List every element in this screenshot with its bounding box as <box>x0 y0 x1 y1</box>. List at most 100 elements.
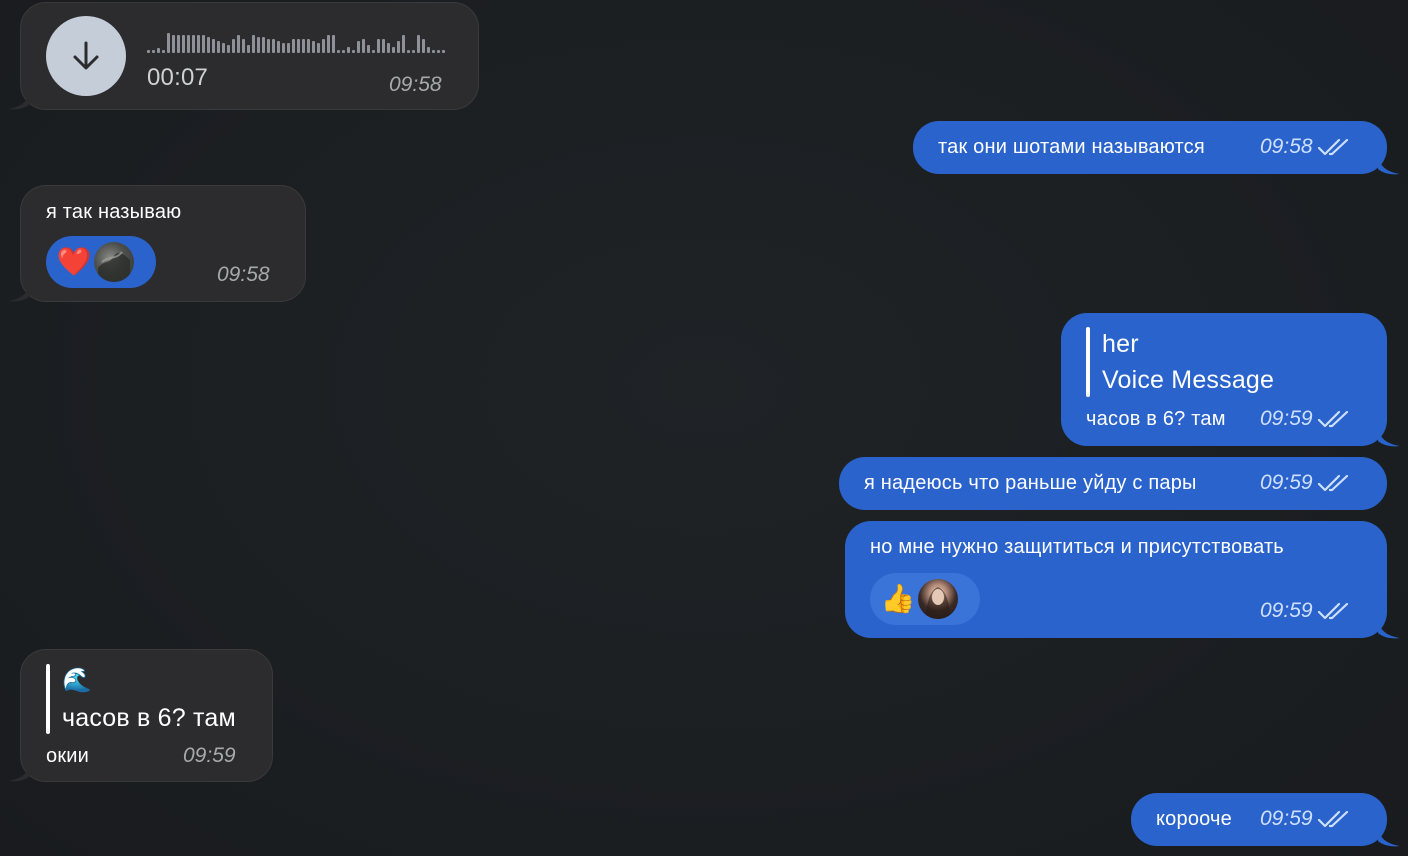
waveform-bar <box>267 39 270 53</box>
waveform-bar <box>152 50 155 53</box>
waveform-bar <box>352 50 355 53</box>
waveform-bar <box>197 35 200 53</box>
waveform-bar <box>312 41 315 53</box>
reply-quote-bar <box>46 664 50 734</box>
waveform-bar <box>372 50 375 53</box>
reply-author: 🌊 <box>62 667 93 694</box>
waveform-bar <box>257 37 260 53</box>
waveform-bar <box>252 35 255 53</box>
bubble-tail <box>1378 425 1400 447</box>
waveform-bar <box>317 43 320 53</box>
waveform-bar <box>342 50 345 53</box>
bubble-tail <box>8 88 30 110</box>
incoming-reply-message[interactable]: 🌊 часов в 6? там окии 09:59 <box>8 649 273 782</box>
waveform-bar <box>412 50 415 53</box>
waveform-bar <box>377 39 380 53</box>
waveform-bar <box>322 39 325 53</box>
waveform-bar <box>157 48 160 53</box>
thumbs-up-reaction-icon: 👍 <box>880 583 916 614</box>
message-text: часов в 6? там <box>1086 408 1226 430</box>
reply-quote-bar <box>1086 327 1090 397</box>
waveform-bar <box>392 47 395 53</box>
message-text: так они шотами называются <box>938 136 1205 158</box>
voice-duration: 00:07 <box>147 64 209 91</box>
waveform-bar <box>292 39 295 53</box>
waveform-bar <box>387 43 390 53</box>
waveform-bar <box>182 35 185 53</box>
waveform-bar <box>177 35 180 53</box>
bubble-tail <box>1378 153 1400 175</box>
bubble-tail <box>8 760 30 782</box>
waveform-bar <box>422 39 425 53</box>
message-time: 09:58 <box>217 263 270 286</box>
waveform-bar <box>227 45 230 53</box>
waveform-bar <box>247 45 250 53</box>
outgoing-message[interactable]: я надеюсь что раньше уйду с пары 09:59 <box>839 457 1387 510</box>
waveform-bar <box>437 50 440 53</box>
waveform-bar <box>237 35 240 53</box>
message-text: но мне нужно защититься и присутствовать <box>870 536 1284 558</box>
voice-message-bubble[interactable]: 00:07 09:58 <box>8 2 479 110</box>
bubble-tail <box>1378 617 1400 639</box>
waveform-bar <box>187 35 190 53</box>
reaction-pill[interactable]: 👍 <box>870 573 980 625</box>
waveform-bar <box>407 50 410 53</box>
waveform-bar <box>402 35 405 53</box>
waveform-bar <box>427 47 430 53</box>
waveform-bar <box>357 41 360 53</box>
message-time: 09:59 <box>1260 807 1313 830</box>
waveform-bar <box>432 50 435 53</box>
incoming-message[interactable]: я так называю ❤️ 09:58 <box>8 185 306 302</box>
waveform-bar <box>192 35 195 53</box>
waveform-bar <box>337 50 340 53</box>
outgoing-message[interactable]: так они шотами называются 09:58 <box>913 121 1400 175</box>
heart-reaction-icon: ❤️ <box>56 246 92 277</box>
message-time: 09:59 <box>1260 599 1313 622</box>
message-time: 09:59 <box>183 744 236 767</box>
outgoing-reply-message[interactable]: her Voice Message часов в 6? там 09:59 <box>1061 313 1400 447</box>
waveform-bar <box>162 50 165 53</box>
message-text: окии <box>46 745 90 767</box>
waveform-bar <box>272 39 275 53</box>
double-check-icon <box>1317 474 1348 492</box>
waveform-bar <box>222 43 225 53</box>
waveform-bar <box>287 43 290 53</box>
reactor-avatar <box>94 242 134 282</box>
outgoing-message[interactable]: но мне нужно защититься и присутствовать… <box>845 521 1400 639</box>
waveform-bar <box>147 50 150 53</box>
reactor-avatar <box>918 579 958 619</box>
message-time: 09:59 <box>1260 471 1313 494</box>
message-time: 09:58 <box>389 73 442 96</box>
chat-history: 00:07 09:58 так они шотами называются 09… <box>0 0 1408 856</box>
double-check-icon <box>1317 602 1348 620</box>
waveform-bar <box>362 39 365 53</box>
bubble-tail <box>1378 825 1400 847</box>
voice-waveform[interactable] <box>147 27 447 55</box>
waveform-bar <box>282 43 285 53</box>
message-time: 09:58 <box>1260 135 1313 158</box>
waveform-bar <box>212 39 215 53</box>
waveform-bar <box>207 37 210 53</box>
waveform-bar <box>367 45 370 53</box>
waveform-bar <box>302 39 305 53</box>
waveform-bar <box>217 41 220 53</box>
double-check-icon <box>1317 138 1348 156</box>
message-text: я надеюсь что раньше уйду с пары <box>864 472 1197 494</box>
waveform-bar <box>202 35 205 53</box>
waveform-bar <box>277 41 280 53</box>
bubble-tail <box>8 280 30 302</box>
waveform-bar <box>262 37 265 53</box>
message-time: 09:59 <box>1260 407 1313 430</box>
waveform-bar <box>347 47 350 53</box>
waveform-bar <box>382 39 385 53</box>
reply-preview: Voice Message <box>1102 366 1275 394</box>
waveform-bar <box>172 35 175 53</box>
outgoing-message[interactable]: корооче 09:59 <box>1131 793 1400 847</box>
arrow-down-icon <box>73 41 99 70</box>
waveform-bar <box>167 33 170 53</box>
waveform-bar <box>232 39 235 53</box>
waveform-bar <box>442 50 445 53</box>
reaction-pill[interactable]: ❤️ <box>46 236 156 288</box>
waveform-bar <box>307 39 310 53</box>
voice-download-button[interactable] <box>46 16 126 96</box>
